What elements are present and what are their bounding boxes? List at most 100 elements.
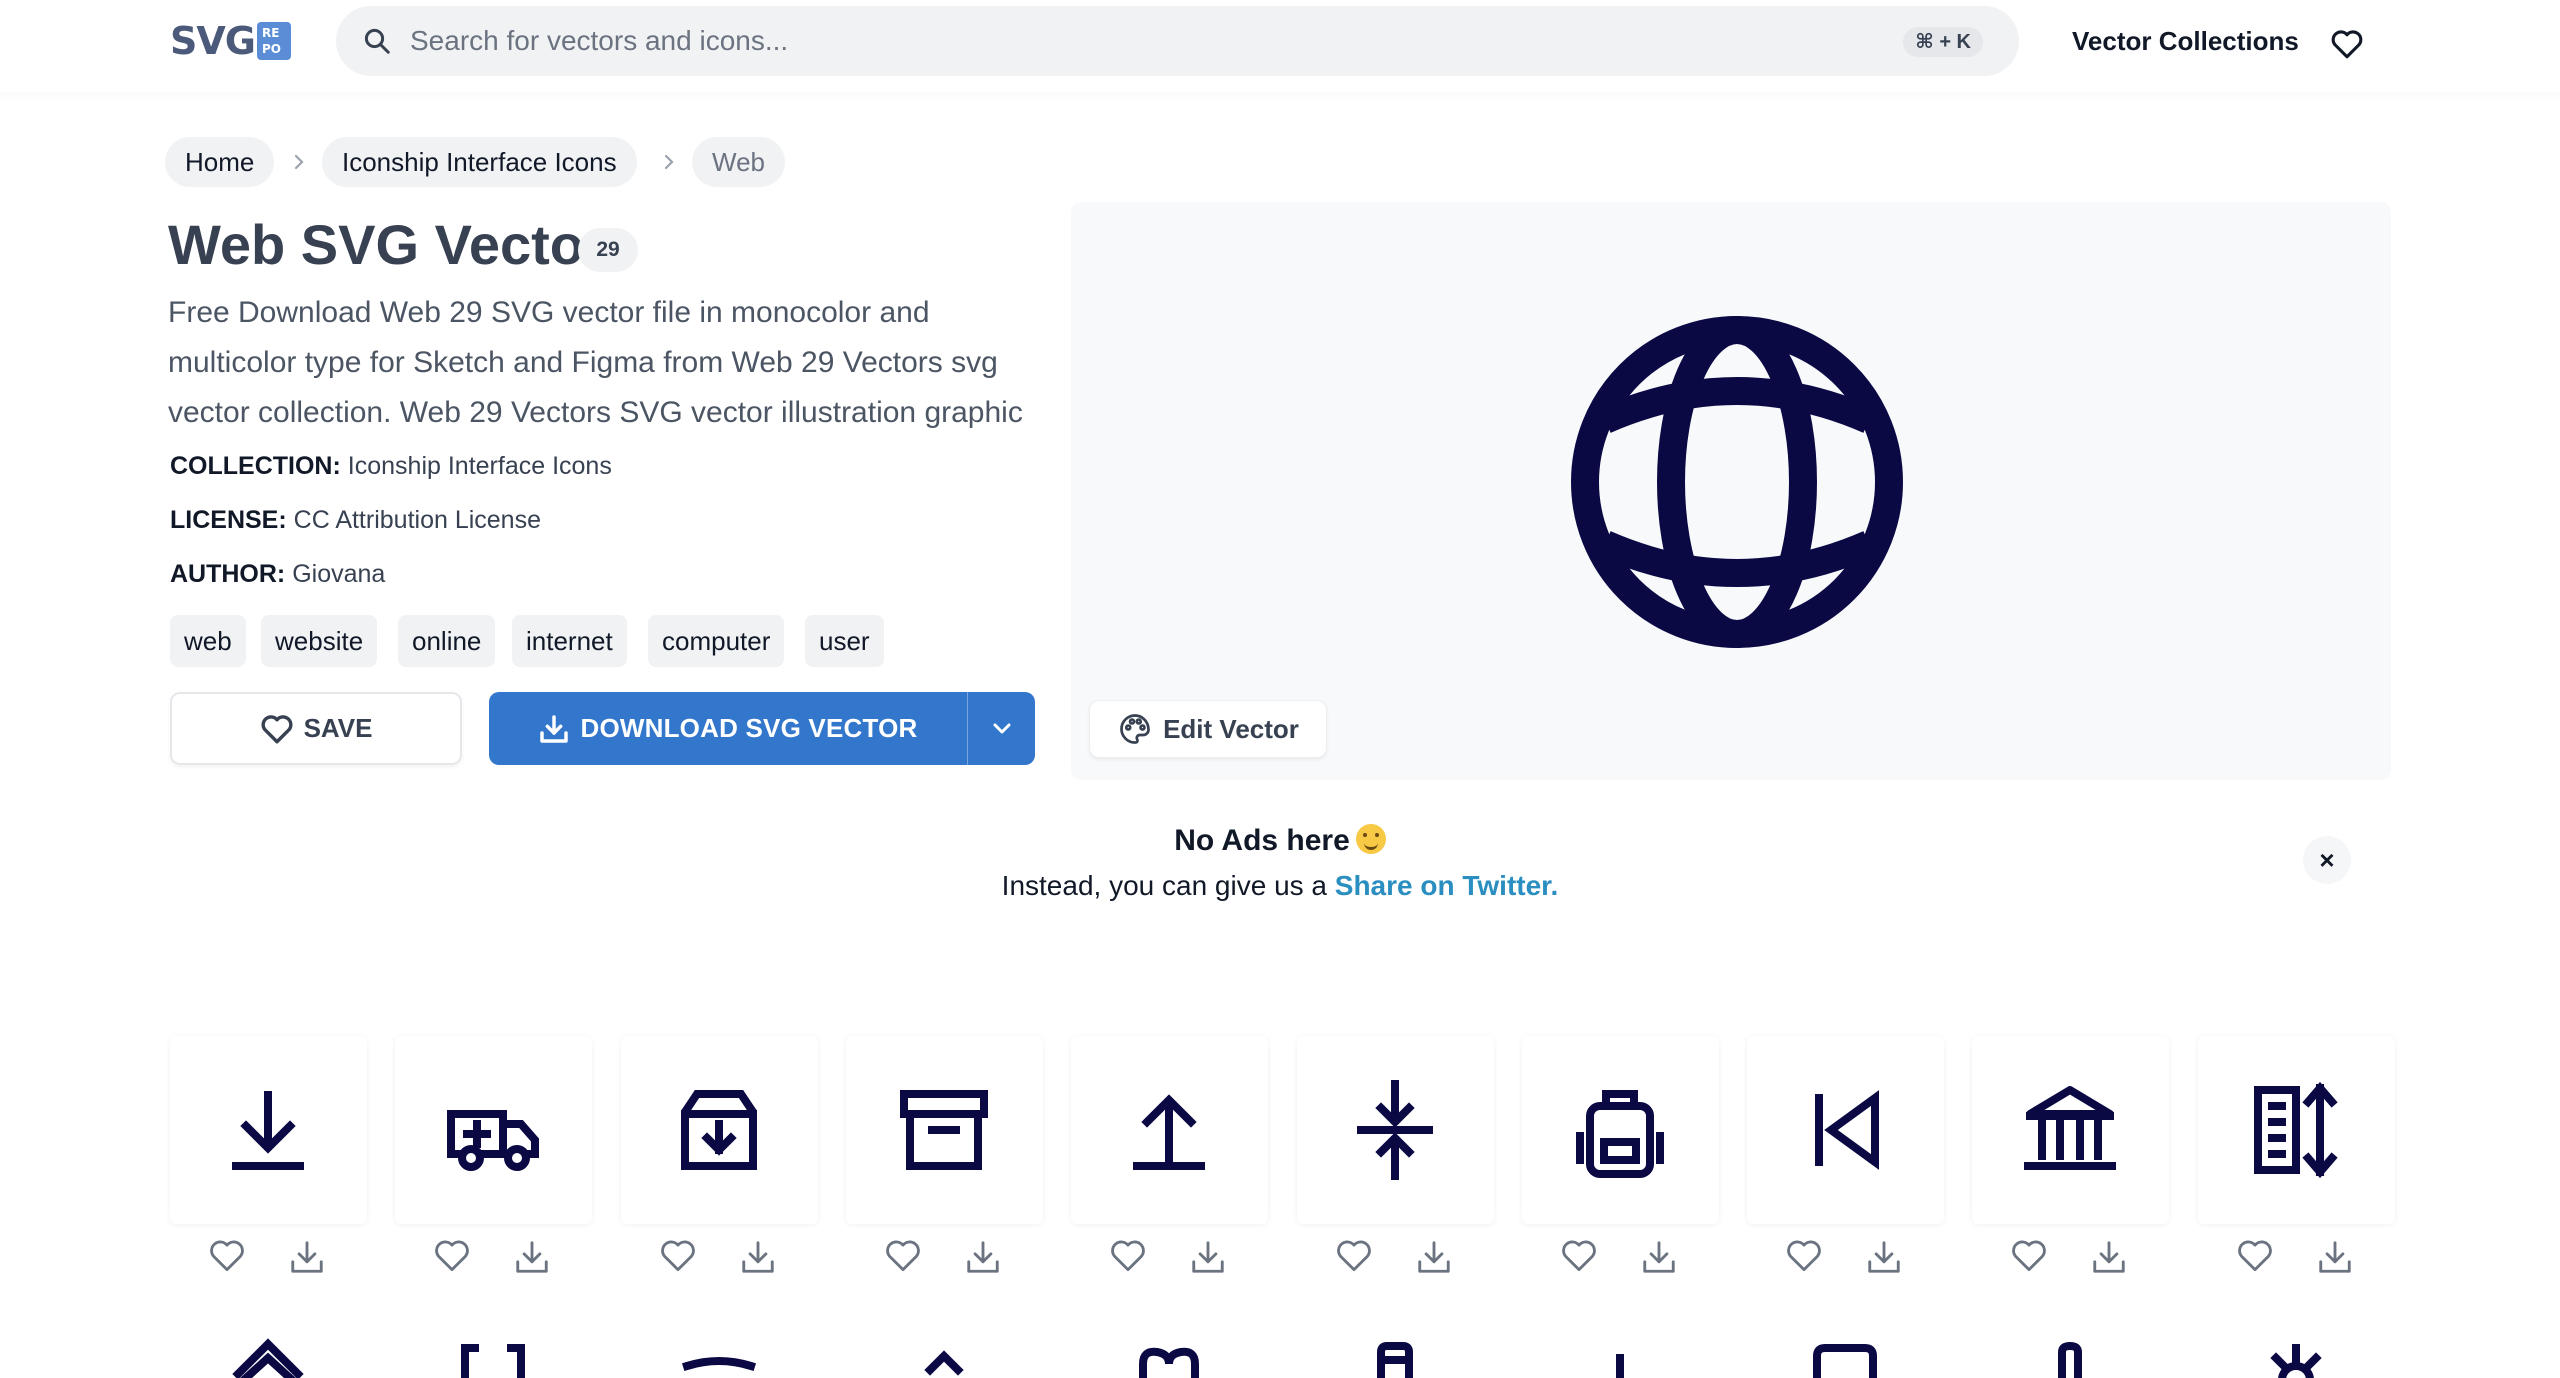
save-label: SAVE	[303, 713, 373, 743]
icon-card[interactable]	[846, 1036, 1043, 1224]
download-options-toggle[interactable]	[967, 692, 1035, 765]
archive-down-icon	[681, 1090, 757, 1170]
edit-vector-button[interactable]: Edit Vector	[1089, 700, 1327, 758]
icon-card[interactable]	[1071, 1318, 1268, 1378]
icon-card[interactable]	[846, 1318, 1043, 1378]
upload-arrow-icon	[1133, 1094, 1205, 1170]
logo-badge-top: RE	[261, 26, 280, 40]
icon-card[interactable]	[1747, 1036, 1944, 1224]
icon-card[interactable]	[395, 1036, 592, 1224]
heart-icon	[261, 714, 293, 743]
pen-icon	[2058, 1341, 2082, 1378]
icon-card[interactable]	[170, 1036, 367, 1224]
backpack-icon	[1576, 1090, 1664, 1178]
logo-badge-bottom: PO	[261, 42, 281, 56]
icon-card[interactable]	[1972, 1036, 2169, 1224]
favorite-heart-icon[interactable]	[208, 1238, 246, 1276]
meta-collection-link[interactable]: Iconship Interface Icons	[348, 452, 612, 480]
download-icon[interactable]	[2316, 1238, 2354, 1276]
skip-back-icon	[1815, 1090, 1879, 1170]
icon-card[interactable]	[1522, 1036, 1719, 1224]
archive-box-icon	[900, 1090, 988, 1170]
search-bar[interactable]: ⌘ + K	[336, 6, 2019, 76]
download-button-group: DOWNLOAD SVG VECTOR	[489, 692, 1035, 765]
site-header: SVG RE PO ⌘ + K Vector Collections	[0, 0, 2560, 92]
favorite-heart-icon[interactable]	[884, 1238, 922, 1276]
search-icon	[364, 28, 390, 54]
download-arrow-icon	[232, 1091, 304, 1170]
icon-card[interactable]	[1297, 1318, 1494, 1378]
breadcrumb-current[interactable]: Web	[692, 137, 785, 187]
download-icon[interactable]	[2090, 1238, 2128, 1276]
icon-card[interactable]	[621, 1036, 818, 1224]
favorite-heart-icon[interactable]	[1560, 1238, 1598, 1276]
nav-vector-collections[interactable]: Vector Collections	[2072, 26, 2299, 57]
search-shortcut-badge: ⌘ + K	[1903, 27, 1983, 57]
share-on-twitter-link[interactable]: Share on Twitter.	[1335, 870, 1559, 901]
no-ads-subtitle: Instead, you can give us a Share on Twit…	[0, 870, 2560, 902]
download-icon[interactable]	[1640, 1238, 1678, 1276]
icon-card[interactable]	[2198, 1318, 2395, 1378]
download-icon[interactable]	[964, 1238, 1002, 1276]
download-icon[interactable]	[1415, 1238, 1453, 1276]
icon-card[interactable]	[2198, 1036, 2395, 1224]
favorite-heart-icon[interactable]	[433, 1238, 471, 1276]
breadcrumb-home[interactable]: Home	[165, 137, 275, 187]
meta-author: AUTHOR: Giovana	[170, 560, 385, 589]
logo[interactable]: SVG RE PO	[170, 18, 291, 64]
close-icon[interactable]: ×	[2303, 836, 2351, 884]
ambulance-icon	[447, 1110, 539, 1171]
chevron-right-icon	[664, 154, 674, 170]
meta-collection-label: COLLECTION:	[170, 452, 341, 480]
tag-user[interactable]: user	[805, 615, 884, 667]
vector-description: Free Download Web 29 SVG vector file in …	[168, 296, 1023, 429]
palette-icon	[1120, 714, 1150, 744]
no-ads-title-text: No Ads here	[1174, 824, 1350, 857]
favorite-heart-icon[interactable]	[1109, 1238, 1147, 1276]
pin-icon	[1616, 1354, 1624, 1378]
logo-badge: RE PO	[256, 22, 291, 60]
meta-license: LICENSE: CC Attribution License	[170, 506, 541, 535]
tag-website[interactable]: website	[261, 615, 378, 667]
chevron-down-icon	[993, 723, 1010, 733]
icon-card[interactable]	[1972, 1318, 2169, 1378]
icon-card[interactable]	[170, 1318, 367, 1378]
compress-vertical-icon	[1357, 1080, 1433, 1180]
favorites-heart-icon[interactable]	[2330, 28, 2364, 60]
search-input[interactable]	[410, 16, 1710, 66]
meta-author-label: AUTHOR:	[170, 560, 286, 588]
download-svg-button[interactable]: DOWNLOAD SVG VECTOR	[489, 692, 967, 765]
logo-text: SVG	[170, 19, 256, 63]
tag-computer[interactable]: computer	[648, 615, 785, 667]
globe-icon	[1571, 316, 1903, 648]
vector-count-badge: 29	[578, 228, 638, 272]
icon-card[interactable]	[1071, 1036, 1268, 1224]
icon-card[interactable]	[1297, 1036, 1494, 1224]
icon-card[interactable]	[1747, 1318, 1944, 1378]
favorite-heart-icon[interactable]	[2236, 1238, 2274, 1276]
icon-card[interactable]	[1522, 1318, 1719, 1378]
favorite-heart-icon[interactable]	[1335, 1238, 1373, 1276]
favorite-heart-icon[interactable]	[2010, 1238, 2048, 1276]
download-icon[interactable]	[739, 1238, 777, 1276]
arrow-up-icon	[924, 1350, 964, 1376]
tag-web[interactable]: web	[170, 615, 246, 667]
save-button[interactable]: SAVE	[170, 692, 462, 765]
page-title: Web SVG Vector	[168, 213, 606, 276]
breadcrumb-collection[interactable]: Iconship Interface Icons	[322, 137, 637, 187]
download-icon[interactable]	[288, 1238, 326, 1276]
meta-license-link[interactable]: CC Attribution License	[294, 506, 541, 534]
chevron-right-icon	[294, 154, 304, 170]
icon-card[interactable]	[395, 1318, 592, 1378]
tag-internet[interactable]: internet	[512, 615, 627, 667]
meta-author-link[interactable]: Giovana	[292, 560, 385, 588]
tag-online[interactable]: online	[398, 615, 496, 667]
download-icon[interactable]	[513, 1238, 551, 1276]
download-icon[interactable]	[1865, 1238, 1903, 1276]
download-icon	[540, 714, 569, 743]
no-ads-title: No Ads here	[0, 824, 2560, 858]
download-icon[interactable]	[1189, 1238, 1227, 1276]
favorite-heart-icon[interactable]	[659, 1238, 697, 1276]
favorite-heart-icon[interactable]	[1785, 1238, 1823, 1276]
icon-card[interactable]	[621, 1318, 818, 1378]
